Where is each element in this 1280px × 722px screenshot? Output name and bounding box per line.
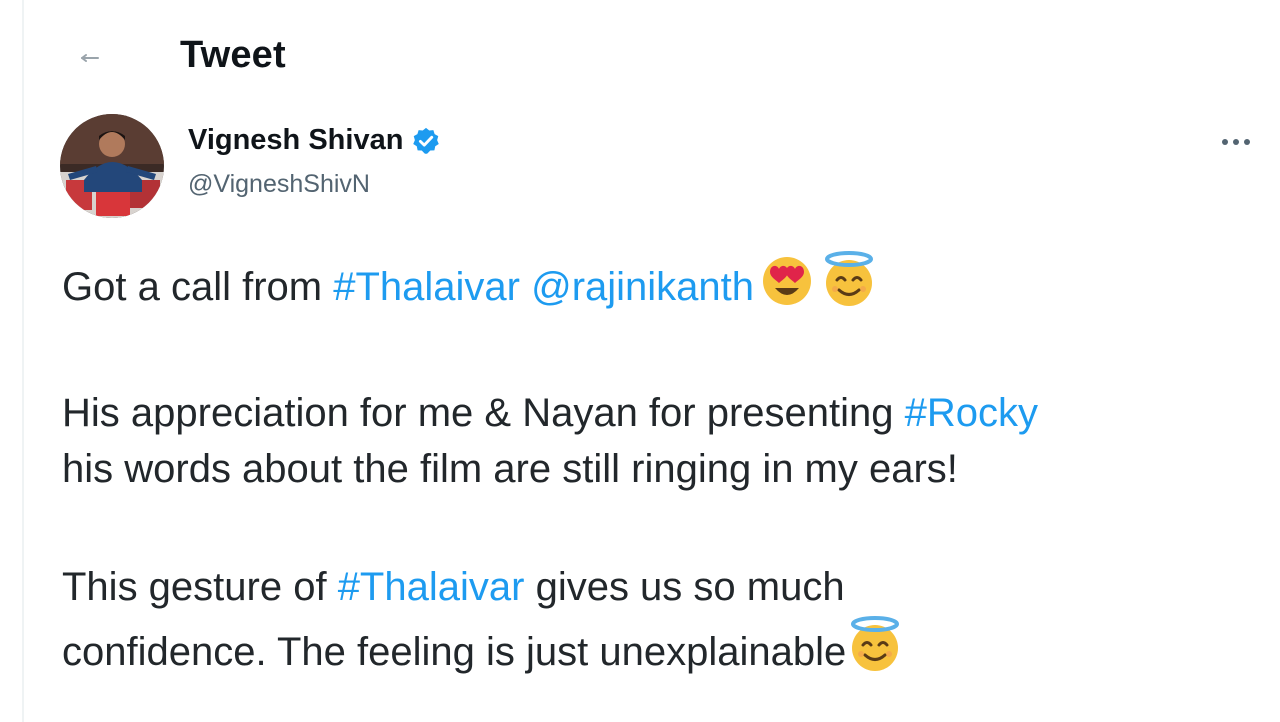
verified-badge-icon — [413, 127, 440, 154]
mention-link[interactable]: @rajinikanth — [531, 265, 754, 309]
author-name[interactable]: Vignesh Shivan — [188, 124, 441, 157]
tweet-paragraph-2: His appreciation for me & Nayan for pres… — [62, 385, 1272, 497]
tweet-text-segment: Got a call from — [62, 265, 334, 309]
heart-eyes-emoji-icon — [758, 250, 816, 323]
more-options-icon — [1222, 139, 1250, 145]
avatar[interactable] — [60, 114, 164, 218]
author-handle[interactable]: @VigneshShivN — [188, 170, 370, 199]
more-options-button[interactable] — [1214, 126, 1258, 158]
tweet-paragraph-3: This gesture of #Thalaivar gives us so m… — [62, 559, 1272, 688]
tweet-text-segment: gives us so much — [524, 565, 845, 609]
page-title: Tweet — [180, 34, 286, 76]
tweet-text: Got a call from #Thalaivar @rajinikanth … — [62, 250, 1272, 688]
tweet-paragraph-1: Got a call from #Thalaivar @rajinikanth — [62, 250, 1272, 323]
tweet-text-segment — [520, 265, 531, 309]
tweet-text-segment: his words about the film are still ringi… — [62, 447, 958, 491]
tweet-text-segment: This gesture of — [62, 565, 338, 609]
halo-emoji-icon — [846, 615, 904, 688]
hashtag-link[interactable]: #Rocky — [905, 391, 1038, 435]
arrow-left-icon — [81, 54, 99, 62]
hashtag-link[interactable]: #Thalaivar — [338, 565, 525, 609]
tweet-text-segment: His appreciation for me & Nayan for pres… — [62, 391, 905, 435]
halo-emoji-icon — [820, 250, 878, 323]
tweet-header: Tweet — [0, 0, 1280, 110]
back-button[interactable] — [70, 38, 110, 78]
tweet-text-segment: confidence. The feeling is just unexplai… — [62, 630, 847, 674]
author-name-text: Vignesh Shivan — [188, 124, 404, 156]
hashtag-link[interactable]: #Thalaivar — [333, 265, 520, 309]
